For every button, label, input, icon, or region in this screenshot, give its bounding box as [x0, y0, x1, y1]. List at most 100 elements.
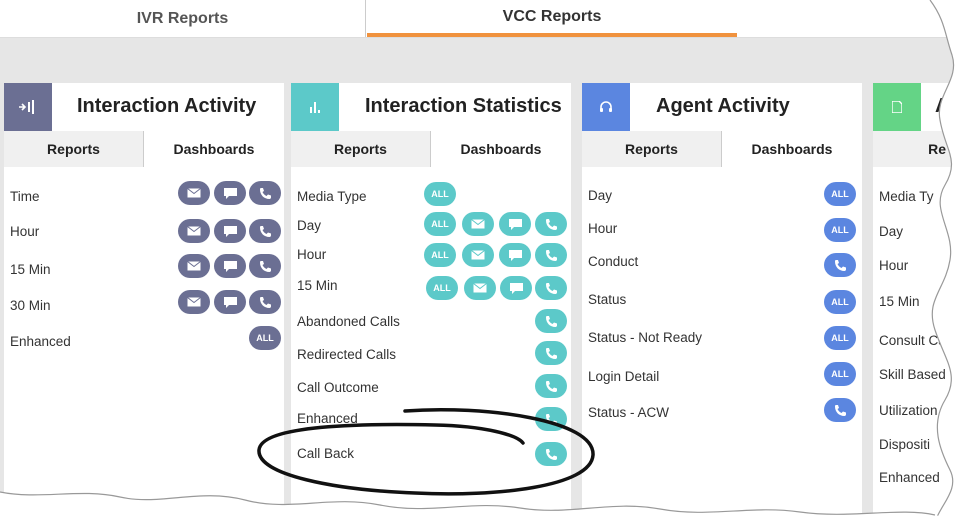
all-button[interactable]: ALL — [824, 182, 856, 206]
report-tab-bar: IVR Reports VCC Reports — [0, 0, 964, 38]
tab-dashboards[interactable]: Dashboards — [144, 131, 284, 167]
card-interaction-activity: Interaction Activity Reports Dashboards … — [4, 83, 284, 522]
list-item[interactable]: Utilization — [879, 403, 938, 418]
list-item[interactable]: Hour — [588, 221, 617, 236]
list-item[interactable]: Login Detail — [588, 369, 659, 384]
list-item[interactable]: Redirected Calls — [297, 347, 396, 362]
chat-icon[interactable] — [214, 290, 246, 314]
all-button[interactable]: ALL — [424, 243, 456, 267]
list-item[interactable]: Call Back — [297, 446, 354, 461]
list-item[interactable]: Day — [297, 218, 321, 233]
list-item[interactable]: Status — [588, 292, 626, 307]
list-item[interactable]: Media Type — [297, 189, 367, 204]
list-item[interactable]: 15 Min — [297, 278, 338, 293]
email-icon[interactable] — [464, 276, 496, 300]
card-title: Interaction Statistics — [365, 95, 562, 117]
list-item[interactable]: Enhanced — [10, 334, 71, 349]
card-subtabs: Re — [873, 131, 964, 167]
phone-icon[interactable] — [535, 309, 567, 333]
tab-reports[interactable]: Reports — [291, 131, 431, 167]
list-item[interactable]: Hour — [10, 224, 39, 239]
list-item[interactable]: 15 Min — [10, 262, 51, 277]
phone-icon[interactable] — [535, 407, 567, 431]
tab-ivr-reports[interactable]: IVR Reports — [0, 0, 366, 37]
chat-icon[interactable] — [500, 276, 532, 300]
document-icon — [873, 83, 921, 131]
phone-icon[interactable] — [824, 253, 856, 277]
tab-dashboards[interactable]: Dashboards — [722, 131, 862, 167]
card-header: A — [873, 83, 964, 131]
all-button[interactable]: ALL — [426, 276, 458, 300]
all-button[interactable]: ALL — [249, 326, 281, 350]
all-button[interactable]: ALL — [824, 290, 856, 314]
list-item[interactable]: Call Outcome — [297, 380, 379, 395]
all-button[interactable]: ALL — [824, 326, 856, 350]
email-icon[interactable] — [178, 181, 210, 205]
tab-vcc-reports[interactable]: VCC Reports — [367, 0, 737, 37]
list-item[interactable]: Skill Based — [879, 367, 946, 382]
card-title: Interaction Activity — [77, 95, 257, 117]
interaction-activity-icon — [4, 83, 52, 131]
list-item[interactable]: Dispositi — [879, 437, 930, 452]
list-item[interactable]: Status - Not Ready — [588, 330, 702, 345]
email-icon[interactable] — [462, 212, 494, 236]
card-title: Agent Activity — [656, 95, 790, 117]
email-icon[interactable] — [178, 254, 210, 278]
phone-icon[interactable] — [535, 442, 567, 466]
phone-icon[interactable] — [535, 276, 567, 300]
list-item[interactable]: Enhanced — [297, 411, 358, 426]
list-item[interactable]: Abandoned Calls — [297, 314, 400, 329]
tab-reports[interactable]: Reports — [4, 131, 144, 167]
phone-icon[interactable] — [249, 290, 281, 314]
report-cards-area: Interaction Activity Reports Dashboards … — [0, 83, 964, 522]
card-header: Interaction Statistics — [291, 83, 571, 131]
card-agent-activity: Agent Activity Reports Dashboards Day Ho… — [582, 83, 862, 522]
list-item[interactable]: Day — [879, 224, 903, 239]
email-icon[interactable] — [178, 290, 210, 314]
list-item[interactable]: Time — [10, 189, 40, 204]
list-item[interactable]: Consult Calls — [879, 333, 959, 348]
list-item[interactable]: Day — [588, 188, 612, 203]
tab-reports[interactable]: Re — [873, 131, 964, 167]
chat-icon[interactable] — [214, 219, 246, 243]
all-button[interactable]: ALL — [424, 212, 456, 236]
chat-icon[interactable] — [214, 254, 246, 278]
phone-icon[interactable] — [535, 374, 567, 398]
tab-reports[interactable]: Reports — [582, 131, 722, 167]
phone-icon[interactable] — [249, 181, 281, 205]
all-button[interactable]: ALL — [824, 362, 856, 386]
phone-icon[interactable] — [535, 212, 567, 236]
chat-icon[interactable] — [499, 243, 531, 267]
card-interaction-statistics: Interaction Statistics Reports Dashboard… — [291, 83, 571, 522]
card-subtabs: Reports Dashboards — [291, 131, 571, 167]
chat-icon[interactable] — [499, 212, 531, 236]
card-header: Interaction Activity — [4, 83, 284, 131]
phone-icon[interactable] — [535, 243, 567, 267]
all-button[interactable]: ALL — [824, 218, 856, 242]
toolbar-strip — [0, 38, 964, 83]
list-item[interactable]: Enhanced — [879, 470, 940, 485]
phone-icon[interactable] — [249, 254, 281, 278]
phone-icon[interactable] — [249, 219, 281, 243]
chat-icon[interactable] — [214, 181, 246, 205]
list-item[interactable]: Status - ACW — [588, 405, 669, 420]
headset-icon — [582, 83, 630, 131]
card-header: Agent Activity — [582, 83, 862, 131]
list-item[interactable]: Hour — [879, 258, 908, 273]
list-item[interactable]: 30 Min — [10, 298, 51, 313]
card-title: A — [935, 95, 950, 117]
tab-dashboards[interactable]: Dashboards — [431, 131, 571, 167]
bar-chart-icon — [291, 83, 339, 131]
phone-icon[interactable] — [824, 398, 856, 422]
email-icon[interactable] — [178, 219, 210, 243]
list-item[interactable]: Conduct — [588, 254, 638, 269]
list-item[interactable]: 15 Min — [879, 294, 920, 309]
card-subtabs: Reports Dashboards — [4, 131, 284, 167]
email-icon[interactable] — [462, 243, 494, 267]
card-partial: A Re Media Ty Day Hour 15 Min Consult Ca… — [873, 83, 964, 522]
card-subtabs: Reports Dashboards — [582, 131, 862, 167]
list-item[interactable]: Media Ty — [879, 189, 934, 204]
list-item[interactable]: Hour — [297, 247, 326, 262]
all-button[interactable]: ALL — [424, 182, 456, 206]
phone-icon[interactable] — [535, 341, 567, 365]
